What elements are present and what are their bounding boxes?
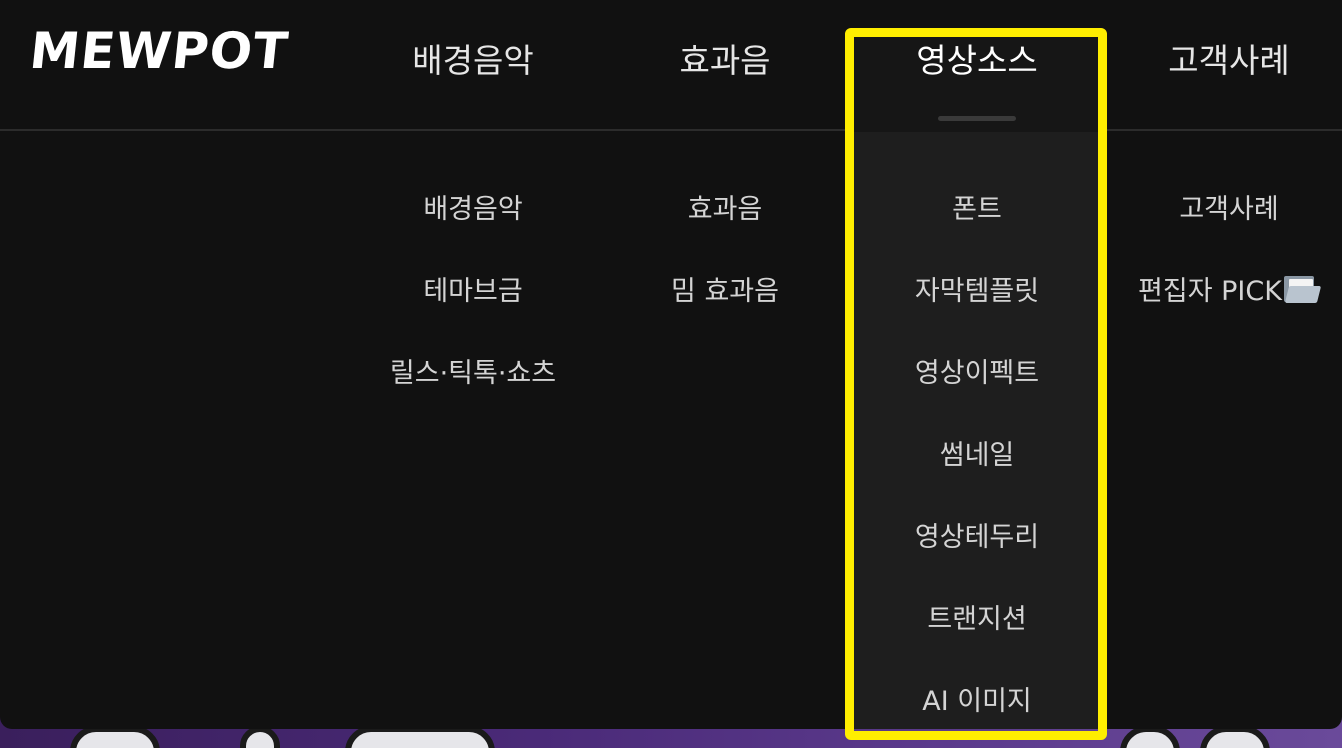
submenu-item-label: 편집자 PICK — [1138, 276, 1282, 307]
mewpot-logo[interactable]: MEWPOT — [27, 22, 291, 80]
submenu-item-video-border[interactable]: 영상테두리 — [852, 514, 1102, 596]
submenu-item[interactable]: 고객사례 — [1104, 186, 1342, 268]
submenu-item[interactable]: 테마브금 — [348, 268, 598, 350]
active-nav-indicator — [938, 116, 1016, 121]
submenu-item[interactable]: 배경음악 — [348, 186, 598, 268]
submenu-item-video-effect[interactable]: 영상이펙트 — [852, 350, 1102, 432]
submenu-customer-cases: 고객사례 편집자 PICK — [1104, 186, 1342, 350]
submenu-item[interactable]: 밈 효과음 — [600, 268, 850, 350]
submenu-item-ai-image[interactable]: AI 이미지 — [852, 678, 1102, 748]
nav-item-sound-effects[interactable]: 효과음 — [610, 34, 840, 82]
submenu-item[interactable]: 릴스·틱톡·쇼츠 — [348, 350, 598, 432]
open-folder-icon — [1283, 274, 1322, 304]
backdrop-shape — [240, 726, 280, 748]
submenu-item[interactable]: 효과음 — [600, 186, 850, 268]
submenu-item-font[interactable]: 폰트 — [852, 186, 1102, 268]
submenu-sound-effects: 효과음 밈 효과음 — [600, 186, 850, 350]
top-navigation-bar: MEWPOT 배경음악 효과음 영상소스 고객사례 — [0, 0, 1342, 132]
submenu-item-subtitle-template[interactable]: 자막템플릿 — [852, 268, 1102, 350]
nav-item-video-source[interactable]: 영상소스 — [862, 34, 1092, 82]
backdrop-shape — [1200, 726, 1270, 748]
submenu-background-music: 배경음악 테마브금 릴스·틱톡·쇼츠 — [348, 186, 598, 432]
nav-item-customer-cases[interactable]: 고객사례 — [1114, 34, 1342, 82]
backdrop-shape — [70, 726, 160, 748]
submenu-item-transition[interactable]: 트랜지션 — [852, 596, 1102, 678]
backdrop-shape — [1120, 726, 1180, 748]
submenu-item-editor-pick[interactable]: 편집자 PICK — [1104, 268, 1342, 350]
submenu-item-thumbnail[interactable]: 썸네일 — [852, 432, 1102, 514]
backdrop-shape — [345, 726, 495, 748]
nav-item-background-music[interactable]: 배경음악 — [358, 34, 588, 82]
submenu-video-source: 폰트 자막템플릿 영상이펙트 썸네일 영상테두리 트랜지션 AI 이미지 — [852, 186, 1102, 748]
